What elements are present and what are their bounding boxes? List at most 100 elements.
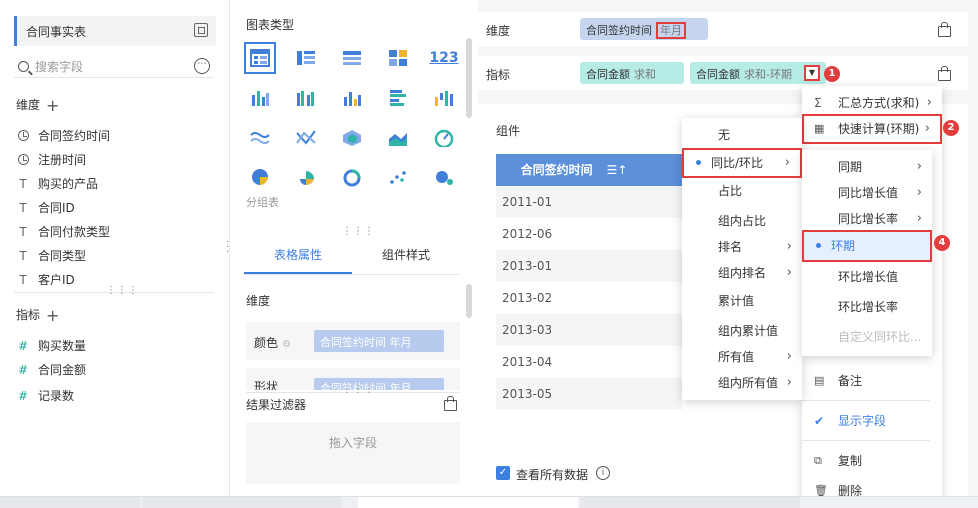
measure-field-amount[interactable]: # 合同金额	[16, 361, 86, 381]
check-icon: ✔	[814, 414, 825, 428]
panel-split-handle[interactable]: ⋮⋮⋮	[342, 226, 375, 237]
measure-shelf-label: 指标	[486, 68, 511, 82]
menu-remark[interactable]: ▤ 备注	[802, 366, 942, 396]
more-options-icon[interactable]: ⋯	[194, 58, 210, 74]
selected-dot-icon	[696, 160, 701, 165]
pill-dropdown-icon[interactable]: ▼	[804, 65, 820, 81]
column-chart-icon	[252, 91, 269, 106]
waterfall-chart-icon	[435, 91, 453, 106]
chart-type-donut[interactable]	[336, 162, 368, 194]
add-measure-icon[interactable]: +	[46, 306, 59, 325]
bubble-chart-icon	[436, 171, 453, 185]
sort-icon[interactable]: ☰↑	[607, 163, 628, 177]
show-all-checkbox[interactable]: ✓	[496, 466, 510, 480]
date-granularity-tag[interactable]: 年月	[656, 22, 686, 39]
table-header-extra	[652, 154, 682, 186]
quick-calc-yoy-mom[interactable]: 同比/环比 ›	[682, 148, 802, 178]
table-header-sign-time[interactable]: 合同签约时间 ☰↑	[496, 154, 652, 186]
chart-type-grouped-table[interactable]	[244, 42, 276, 74]
quick-calc-proportion[interactable]: 占比	[682, 176, 802, 206]
measure-pill-sum[interactable]: 合同金额 求和	[580, 62, 684, 84]
quick-calc-none[interactable]: 无	[682, 120, 802, 150]
tab-table-properties[interactable]: 表格属性	[244, 246, 352, 263]
add-dimension-icon[interactable]: +	[46, 96, 59, 115]
dimension-field-product[interactable]: T 购买的产品	[16, 175, 98, 195]
measure-field-record-count[interactable]: # 记录数	[16, 387, 74, 407]
table-row: 2013-02	[502, 291, 553, 305]
step-badge-1: 1	[824, 66, 840, 82]
filter-split-handle[interactable]: ⋮⋮⋮	[342, 384, 375, 395]
quick-calc-group-all-values[interactable]: 组内所有值 ›	[682, 368, 802, 398]
scatter-chart-icon	[390, 171, 406, 184]
lock-icon[interactable]	[938, 66, 951, 81]
search-icon	[18, 61, 29, 72]
bottom-tab-active[interactable]	[358, 497, 578, 508]
step-badge-2: 2	[943, 120, 959, 136]
dimension-field-register-time[interactable]: 注册时间	[16, 151, 86, 171]
mom-growth-rate[interactable]: 环比增长率	[802, 292, 932, 322]
lock-icon[interactable]	[938, 22, 951, 37]
shape-field-pill[interactable]: 合同签约时间 年月	[314, 378, 444, 390]
menu-copy[interactable]: ⧉ 复制	[802, 446, 942, 476]
bottom-tab[interactable]	[580, 497, 800, 508]
chart-type-number[interactable]: 123	[428, 42, 460, 74]
mom-growth-value[interactable]: 环比增长值	[802, 262, 932, 292]
mom-previous-period[interactable]: 环期	[802, 230, 932, 262]
chart-type-line[interactable]	[244, 122, 276, 154]
resize-handle[interactable]: ⋮⋮⋮	[106, 285, 139, 296]
chart-type-bubble[interactable]	[428, 162, 460, 194]
detail-table-icon	[343, 51, 361, 65]
dataset-selector[interactable]: 合同事实表	[14, 16, 216, 46]
dimension-field-customer-id[interactable]: T 客户ID	[16, 271, 74, 291]
menu-show-field[interactable]: ✔ 显示字段	[802, 406, 942, 436]
tab-component-style[interactable]: 组件样式	[352, 246, 460, 263]
number-chart-icon: 123	[429, 50, 459, 66]
chart-type-column[interactable]	[244, 82, 276, 114]
properties-scrollbar[interactable]	[466, 284, 472, 318]
shape-label: 形状	[254, 380, 279, 390]
chart-type-area[interactable]	[382, 122, 414, 154]
number-type-icon: #	[17, 363, 29, 377]
chart-type-horizontal-bar[interactable]	[382, 82, 414, 114]
chart-type-bar[interactable]	[336, 82, 368, 114]
bottom-tab[interactable]	[0, 497, 140, 508]
bar-chart-icon	[344, 92, 361, 106]
chart-type-grouped-column[interactable]	[290, 82, 322, 114]
chart-type-radar-line[interactable]	[290, 122, 322, 154]
dimension-title: 维度	[16, 98, 41, 112]
lock-icon[interactable]	[444, 396, 457, 411]
dimension-field-sign-time[interactable]: 合同签约时间	[16, 127, 110, 147]
chart-type-waterfall[interactable]	[428, 82, 460, 114]
color-field-pill[interactable]: 合同签约时间 年月	[314, 330, 444, 352]
menu-quick-calc[interactable]: ▦ 快速计算(环期) ›	[802, 114, 942, 144]
dimension-field-contract-id[interactable]: T 合同ID	[16, 199, 74, 219]
chart-type-rose[interactable]	[290, 162, 322, 194]
dimension-field-contract-type[interactable]: T 合同类型	[16, 247, 86, 267]
chart-type-radar[interactable]	[336, 122, 368, 154]
show-all-label: 查看所有数据	[516, 468, 589, 482]
properties-dimension-title: 维度	[246, 294, 271, 308]
info-icon[interactable]: i	[596, 466, 610, 480]
chart-type-kpi-card[interactable]	[382, 42, 414, 74]
measure-field-quantity[interactable]: # 购买数量	[16, 337, 86, 357]
dimension-pill[interactable]: 合同签约时间 年月	[580, 18, 708, 40]
gauge-chart-icon	[434, 129, 454, 147]
chart-type-scrollbar[interactable]	[466, 38, 472, 118]
chart-type-detail-table[interactable]	[336, 42, 368, 74]
menu-divider	[802, 440, 930, 441]
text-type-icon: T	[19, 177, 27, 191]
chart-type-cross-table[interactable]	[290, 42, 322, 74]
filter-drop-zone[interactable]: 拖入字段	[246, 422, 460, 484]
custom-yoy-mom: 自定义同环比...	[838, 330, 922, 344]
quick-calc-group-rank[interactable]: 组内排名 ›	[682, 258, 802, 288]
number-type-icon: #	[17, 389, 29, 403]
quick-calc-cumulative[interactable]: 累计值	[682, 286, 802, 316]
active-tab-indicator	[244, 272, 352, 274]
field-search-input[interactable]: 搜索字段	[14, 54, 214, 78]
switch-dataset-icon[interactable]	[194, 23, 208, 37]
dimension-field-payment-type[interactable]: T 合同付款类型	[16, 223, 110, 243]
chart-type-gauge[interactable]	[428, 122, 460, 154]
chart-type-pie[interactable]	[244, 162, 276, 194]
bottom-tab[interactable]	[142, 497, 342, 508]
chart-type-scatter[interactable]	[382, 162, 414, 194]
